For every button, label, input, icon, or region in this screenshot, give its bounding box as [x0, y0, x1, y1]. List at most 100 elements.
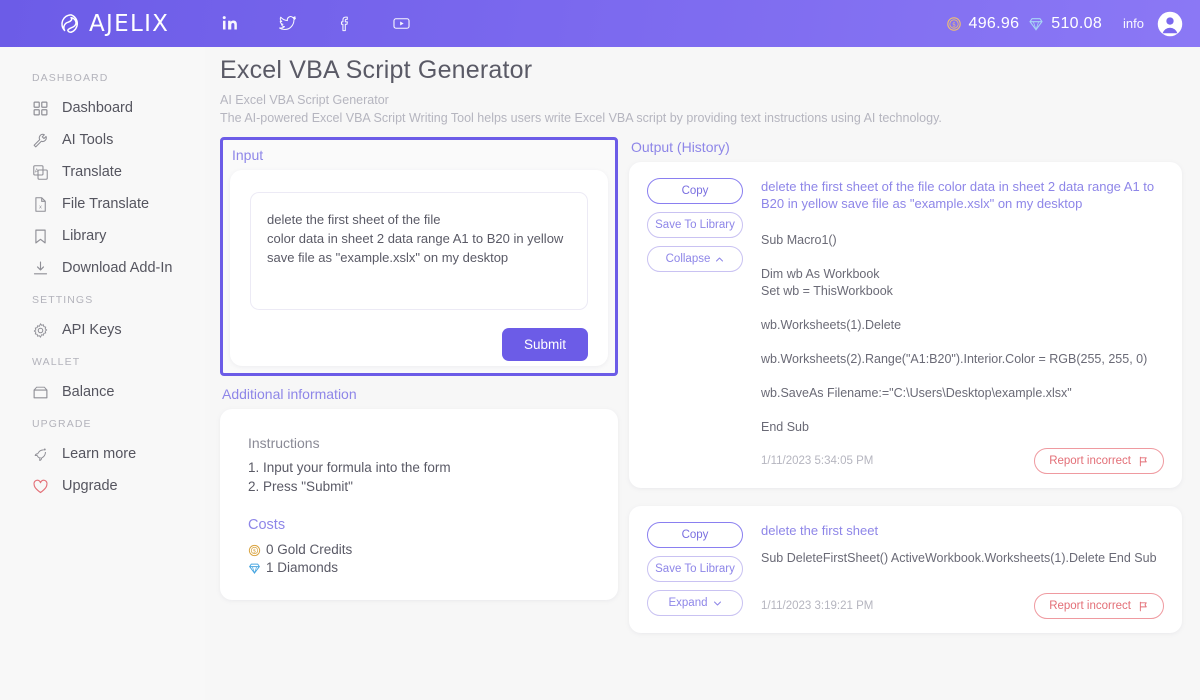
copy-button[interactable]: Copy [647, 178, 743, 204]
heart-icon [33, 479, 48, 493]
output-panel-label: Output (History) [631, 139, 730, 155]
sidebar-item-balance[interactable]: Balance [0, 376, 205, 408]
sidebar-label-balance: Balance [62, 384, 115, 400]
input-panel-label: Input [232, 147, 264, 163]
instructions-heading: Instructions [248, 435, 320, 451]
facebook-icon[interactable] [335, 14, 354, 33]
diamond-icon [249, 563, 260, 574]
bookmark-icon [35, 229, 46, 243]
output-code-block: Sub Macro1() Dim wb As Workbook Set wb =… [761, 232, 1164, 436]
ajelix-swirl-icon [61, 13, 79, 33]
download-icon [33, 261, 48, 274]
social-links [221, 14, 411, 33]
svg-text:$: $ [253, 548, 256, 554]
costs-heading: Costs [248, 517, 286, 533]
main-content: Excel VBA Script Generator AI Excel VBA … [205, 47, 1200, 700]
sidebar-label-file-translate: File Translate [62, 196, 150, 212]
left-column: Input Submit Additional information Inst… [220, 137, 618, 651]
sidebar-navigation: DASHBOARD Dashboard AI Tools A Translate… [0, 47, 205, 700]
user-avatar-icon[interactable] [1156, 10, 1184, 38]
output-card-content: delete the first sheet of the file color… [761, 178, 1164, 474]
output-card-content: delete the first sheet Sub DeleteFirstSh… [761, 522, 1164, 619]
sidebar-item-upgrade[interactable]: Upgrade [0, 470, 205, 502]
diamond-icon [1029, 17, 1043, 31]
gold-cost-row: $ 0 Gold Credits [248, 541, 590, 559]
top-navigation-bar: AJELIX $ 496.96 510.08 info [0, 0, 1200, 47]
brand-logo[interactable]: AJELIX [60, 11, 169, 37]
code-line: Sub Macro1() [761, 233, 837, 247]
flag-icon [1139, 601, 1147, 611]
submit-button[interactable]: Submit [501, 328, 588, 361]
sidebar-section-settings: SETTINGS [32, 294, 94, 306]
output-prompt-text: delete the first sheet [761, 523, 879, 538]
copy-button[interactable]: Copy [647, 522, 743, 548]
wallet-icon [33, 386, 48, 398]
report-incorrect-button[interactable]: Report incorrect [1034, 593, 1164, 619]
sidebar-item-api-keys[interactable]: API Keys [0, 314, 205, 346]
output-card-actions: Copy Save To Library Expand [647, 522, 743, 619]
diamond-credit-display[interactable]: 510.08 [1028, 15, 1102, 33]
sidebar-section-wallet: WALLET [32, 356, 81, 368]
instruction-step-2: 2. Press "Submit" [248, 479, 353, 494]
output-card-footer: 1/11/2023 3:19:21 PM Report incorrect [761, 593, 1164, 619]
expand-button[interactable]: Expand [647, 590, 743, 616]
gold-credit-display[interactable]: $ 496.96 [946, 15, 1020, 33]
svg-text:A: A [35, 168, 39, 174]
grid-icon [33, 101, 48, 115]
output-card: Copy Save To Library Expand delete the f… [629, 506, 1182, 633]
svg-text:$: $ [952, 21, 956, 28]
youtube-icon[interactable] [392, 14, 411, 33]
collapse-label: Collapse [665, 253, 711, 265]
gold-coin-icon: $ [248, 544, 261, 556]
output-timestamp: 1/11/2023 3:19:21 PM [761, 600, 874, 612]
chevron-up-icon [716, 256, 724, 262]
sidebar-item-dashboard[interactable]: Dashboard [0, 92, 205, 124]
page-subtitle: AI Excel VBA Script Generator [220, 93, 389, 107]
sidebar-item-library[interactable]: Library [0, 220, 205, 252]
input-card: Submit [230, 170, 608, 366]
diamond-cost-value: 1 Diamonds [266, 560, 339, 575]
sidebar-item-learn-more[interactable]: Learn more [0, 438, 205, 470]
report-incorrect-button[interactable]: Report incorrect [1034, 448, 1164, 474]
linkedin-icon[interactable] [221, 14, 240, 33]
output-card: Copy Save To Library Collapse delete the… [629, 162, 1182, 488]
output-card-footer: 1/11/2023 5:34:05 PM Report incorrect [761, 448, 1164, 474]
additional-info-card: Instructions 1. Input your formula into … [220, 409, 618, 600]
sidebar-item-ai-tools[interactable]: AI Tools [0, 124, 205, 156]
report-incorrect-label: Report incorrect [1049, 455, 1131, 467]
code-line: wb.Worksheets(1).Delete [761, 318, 902, 332]
page-description: The AI-powered Excel VBA Script Writing … [220, 111, 942, 125]
gold-cost-value: 0 Gold Credits [266, 542, 353, 557]
sidebar-item-translate[interactable]: A Translate [0, 156, 205, 188]
sidebar-item-download-addin[interactable]: Download Add-In [0, 252, 205, 284]
sidebar-label-ai-tools: AI Tools [62, 132, 114, 148]
account-summary: $ 496.96 510.08 info [946, 10, 1184, 38]
gold-coin-icon: $ [946, 16, 961, 31]
twitter-icon[interactable] [278, 14, 297, 33]
save-to-library-button[interactable]: Save To Library [647, 556, 743, 582]
info-link[interactable]: info [1123, 16, 1144, 31]
right-column: Output (History) Copy Save To Library Co… [629, 137, 1182, 651]
report-incorrect-label: Report incorrect [1049, 600, 1131, 612]
sidebar-label-translate: Translate [62, 164, 122, 180]
sidebar-label-api-keys: API Keys [62, 322, 122, 338]
prompt-input[interactable] [250, 192, 588, 310]
file-excel-icon: x [35, 196, 46, 212]
svg-text:x: x [39, 204, 42, 210]
gear-icon [33, 322, 48, 338]
sidebar-section-dashboard: DASHBOARD [32, 72, 109, 84]
expand-label: Expand [668, 597, 708, 609]
collapse-button[interactable]: Collapse [647, 246, 743, 272]
diamond-credit-value: 510.08 [1051, 14, 1103, 32]
output-card-actions: Copy Save To Library Collapse [647, 178, 743, 474]
code-line: End Sub [761, 420, 809, 434]
output-card-body: Copy Save To Library Expand delete the f… [647, 522, 1164, 619]
diamond-cost-row: 1 Diamonds [248, 559, 590, 577]
instruction-step-1: 1. Input your formula into the form [248, 460, 451, 475]
sidebar-label-download-addin: Download Add-In [62, 260, 173, 276]
brand-name: AJELIX [89, 10, 170, 37]
save-to-library-button[interactable]: Save To Library [647, 212, 743, 238]
sidebar-item-file-translate[interactable]: x File Translate [0, 188, 205, 220]
code-line: wb.SaveAs Filename:="C:\Users\Desktop\ex… [761, 386, 1072, 400]
output-prompt-text: delete the first sheet of the file color… [761, 179, 1155, 211]
